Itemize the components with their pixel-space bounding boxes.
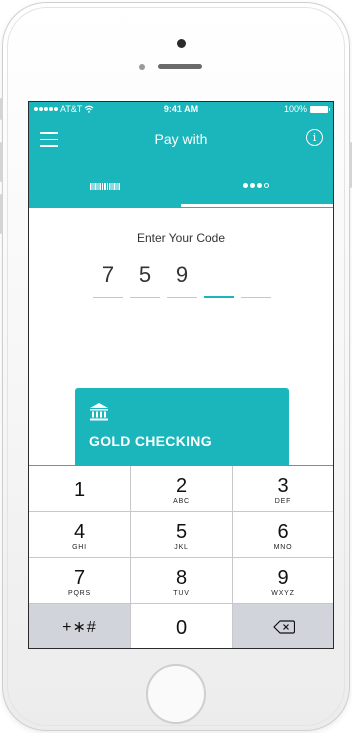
status-bar: AT&T 9:41 AM 100% [29,102,333,116]
barcode-icon [90,183,120,190]
key-8[interactable]: 8 TUV [131,558,232,603]
mute-switch [0,98,3,120]
code-digit-3: 9 [167,260,197,298]
key-5[interactable]: 5 JKL [131,512,232,557]
payment-method-tabs [29,172,333,208]
backspace-icon [273,620,295,634]
battery-percent: 100% [283,104,307,114]
front-camera [177,39,186,48]
symbols-key[interactable]: +∗# [29,604,130,648]
key-6[interactable]: 6 MNO [233,512,333,557]
numeric-keypad: 1 2 ABC 3 DEF 4 GHI 5 JKL 6 MNO 7 PQRS 8… [29,465,333,648]
key-2[interactable]: 2 ABC [131,466,232,511]
app-screen: AT&T 9:41 AM 100% Pay with i Enter Your … [28,101,334,649]
code-digit-4 [204,260,234,298]
nav-bar: Pay with i [29,120,333,160]
code-digit-2: 5 [130,260,160,298]
proximity-sensor [139,64,145,70]
home-button[interactable] [146,664,206,724]
page-title: Pay with [154,131,208,147]
code-prompt: Enter Your Code [136,231,226,245]
key-1[interactable]: 1 [29,466,130,511]
info-icon[interactable]: i [306,129,323,146]
key-7[interactable]: 7 PQRS [29,558,130,603]
tab-selected-indicator [181,204,333,207]
key-4[interactable]: 4 GHI [29,512,130,557]
battery-icon [310,105,330,113]
code-digit-5 [241,260,271,298]
code-digit-1: 7 [93,260,123,298]
bank-icon [90,403,108,421]
account-name: GOLD CHECKING [89,433,212,449]
volume-down-button [0,194,3,234]
key-9[interactable]: 9 WXYZ [233,558,333,603]
account-card[interactable]: GOLD CHECKING [75,388,289,468]
tab-code[interactable] [181,172,333,208]
dots-code-icon [243,183,269,188]
volume-up-button [0,142,3,182]
screenshot-stage: AT&T 9:41 AM 100% Pay with i Enter Your … [0,0,352,733]
earpiece-speaker [158,64,202,69]
tab-barcode[interactable] [29,172,181,208]
backspace-key[interactable] [233,604,333,648]
key-3[interactable]: 3 DEF [233,466,333,511]
status-right: 100% [283,104,330,114]
header: AT&T 9:41 AM 100% Pay with i [29,102,333,208]
key-0[interactable]: 0 [131,604,232,648]
code-input[interactable]: 7 5 9 [93,260,273,300]
